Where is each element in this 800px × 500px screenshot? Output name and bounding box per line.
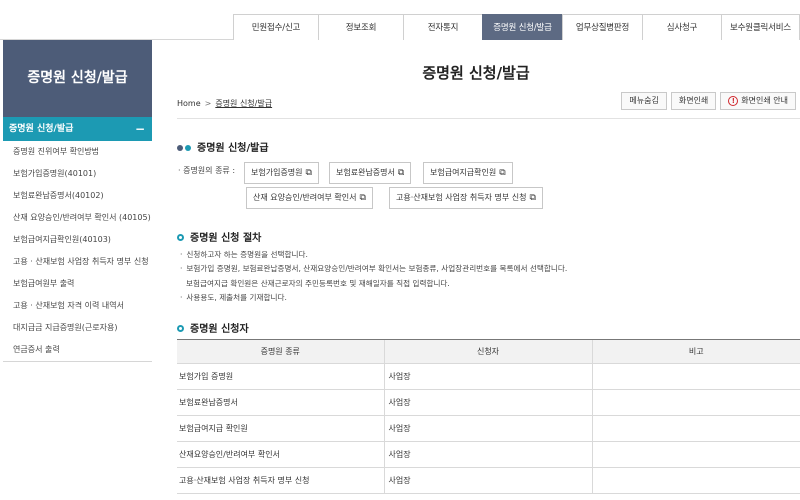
cert-button-label: 고용·산재보험 사업장 취득자 명부 신청 [396, 193, 527, 202]
procedure-step: 보험급여지급 확인원은 산재근로자의 주민등록번호 및 재해일자를 직접 입력합… [186, 278, 450, 288]
menu-hide-button[interactable]: 메뉴숨김 [621, 92, 667, 110]
cell-remarks [591, 467, 800, 494]
topnav-item-occupational-disease[interactable]: 업무상질병판정 [562, 14, 642, 40]
procedure-step: 신청하고자 하는 증명원을 선택합니다. [180, 248, 567, 262]
sidebar-item-medical-approval[interactable]: 산재 요양승인/반려여부 확인서 (40105) [3, 207, 152, 229]
procedure-step: 보험가입 증명원, 보험료완납증명서, 산재요양승인/반려여부 확인서는 보험종… [180, 262, 567, 276]
bullet-dots-icon [177, 143, 193, 154]
cell-certificate-type: 보험가입 증명원 [177, 363, 384, 390]
topnav-item-civil-petition[interactable]: 민원접수/신고 [233, 14, 318, 40]
sidebar-item-pension-certificate[interactable]: 연금증서 출력 [3, 339, 152, 361]
cell-certificate-type: 산재요양승인/반려여부 확인서 [177, 441, 384, 468]
section-heading-applicants: 증명원 신청자 [177, 320, 249, 335]
page-tools: 메뉴숨김 화면인쇄 ! 화면인쇄 안내 [621, 92, 796, 110]
topnav-item-e-notice[interactable]: 전자통지 [403, 14, 482, 40]
cell-certificate-type: 보험료완납증명서 [177, 389, 384, 416]
section-title: 증명원 신청자 [190, 324, 249, 335]
cert-button-label: 보험료완납증명서 [336, 168, 395, 177]
table-row: 산재요양승인/반려여부 확인서 사업장 [177, 441, 800, 468]
topnav-item-info-lookup[interactable]: 정보조회 [318, 14, 403, 40]
external-link-icon: ⧉ [305, 168, 312, 178]
table-header-row: 증명원 종류 신청자 비고 [177, 339, 800, 364]
sidebar-item-substitute-payment[interactable]: 대지급금 지급증명원(근로자용) [3, 317, 152, 339]
cell-certificate-type: 고용·산재보험 사업장 취득자 명부 신청 [177, 467, 384, 494]
sidebar-item-qualification-history[interactable]: 고용 · 산재보험 자격 이력 내역서 [3, 295, 152, 317]
cell-applicant: 사업장 [383, 389, 592, 416]
breadcrumb: Home > 증명원 신청/발급 [177, 98, 272, 109]
acquirer-list-button[interactable]: 고용·산재보험 사업장 취득자 명부 신청 ⧉ [389, 187, 543, 209]
table-row: 보험료완납증명서 사업장 [177, 389, 800, 416]
ring-bullet-icon [177, 233, 184, 241]
table-row: 보험급여지급 확인원 사업장 [177, 415, 800, 442]
column-header-remarks: 비고 [591, 339, 800, 364]
alert-icon: ! [728, 96, 739, 106]
sidebar-title: 증명원 신청/발급 [3, 40, 152, 117]
procedure-steps: 신청하고자 하는 증명원을 선택합니다. 보험가입 증명원, 보험료완납증명서,… [180, 248, 567, 306]
sidebar-item-certificate-active[interactable]: 증명원 신청/발급 − [3, 117, 152, 141]
section-heading-procedure: 증명원 신청 절차 [177, 229, 261, 244]
sidebar-item-benefit-payment[interactable]: 보험급여지급확인원(40103) [3, 229, 152, 251]
cell-certificate-type: 보험급여지급 확인원 [177, 415, 384, 442]
cell-applicant: 사업장 [383, 467, 592, 494]
cell-remarks [591, 441, 800, 468]
certificate-types-label: · 증명원의 종류 : [178, 166, 236, 175]
topnav-item-certificate[interactable]: 증명원 신청/발급 [482, 14, 562, 40]
cell-applicant: 사업장 [383, 441, 592, 468]
sidebar-active-label: 증명원 신청/발급 [9, 124, 74, 134]
sidebar-item-acquirer-list[interactable]: 고용 · 산재보험 사업장 취득자 명부 신청 [3, 251, 152, 273]
table-row: 고용·산재보험 사업장 취득자 명부 신청 사업장 [177, 467, 800, 494]
topnav-item-one-click-service[interactable]: 보수원클릭서비스 [721, 14, 800, 40]
sidebar-item-insurance-certificate[interactable]: 보험가입증명원(40101) [3, 163, 152, 185]
column-header-applicant: 신청자 [383, 339, 592, 364]
sidebar-menu: 증명원 진위여부 확인방법 보험가입증명원(40101) 보험료완납증명서(40… [3, 141, 152, 362]
benefit-payment-certificate-button[interactable]: 보험급여지급확인원 ⧉ [423, 162, 513, 184]
cell-remarks [591, 389, 800, 416]
ring-bullet-icon [177, 324, 184, 332]
section-title: 증명원 신청 절차 [190, 233, 262, 244]
external-link-icon: ⧉ [529, 193, 536, 203]
cert-button-label: 산재 요양승인/반려여부 확인서 [253, 193, 357, 202]
collapse-icon[interactable]: − [135, 117, 145, 141]
table-row: 보험가입 증명원 사업장 [177, 363, 800, 390]
section-title: 증명원 신청/발급 [197, 143, 269, 154]
sidebar-item-benefit-ledger[interactable]: 보험급여원부 출력 [3, 273, 152, 295]
cell-remarks [591, 415, 800, 442]
cell-applicant: 사업장 [383, 415, 592, 442]
print-guide-label: 화면인쇄 안내 [741, 96, 788, 105]
cell-applicant: 사업장 [383, 363, 592, 390]
breadcrumb-separator: > [204, 99, 212, 108]
external-link-icon: ⧉ [397, 168, 405, 178]
print-guide-button[interactable]: ! 화면인쇄 안내 [720, 92, 796, 110]
breadcrumb-current[interactable]: 증명원 신청/발급 [215, 99, 272, 108]
medical-approval-certificate-button[interactable]: 산재 요양승인/반려여부 확인서 ⧉ [246, 187, 373, 209]
top-navigation: 민원접수/신고 정보조회 전자통지 증명원 신청/발급 업무상질병판정 심사청구… [0, 0, 800, 40]
sidebar: 증명원 신청/발급 증명원 신청/발급 − 증명원 진위여부 확인방법 보험가입… [0, 40, 152, 500]
applicant-table: 증명원 종류 신청자 비고 보험가입 증명원 사업장 보험료완납증명서 사업장 … [177, 339, 800, 494]
sidebar-item-premium-paid-certificate[interactable]: 보험료완납증명서(40102) [3, 185, 152, 207]
cert-button-label: 보험급여지급확인원 [430, 168, 497, 177]
top-menu: 민원접수/신고 정보조회 전자통지 증명원 신청/발급 업무상질병판정 심사청구… [233, 14, 800, 40]
external-link-icon: ⧉ [499, 168, 506, 178]
sidebar-item-authenticity-check[interactable]: 증명원 진위여부 확인방법 [3, 141, 152, 163]
print-button[interactable]: 화면인쇄 [670, 92, 717, 110]
external-link-icon: ⧉ [359, 193, 366, 203]
breadcrumb-home[interactable]: Home [177, 99, 201, 108]
header-divider [177, 118, 800, 119]
section-heading-certificate: 증명원 신청/발급 [177, 139, 269, 154]
column-header-certificate-type: 증명원 종류 [177, 339, 384, 364]
cell-remarks [591, 363, 800, 390]
procedure-step: 사용용도, 제출처를 기재합니다. [180, 291, 567, 305]
insurance-certificate-button[interactable]: 보험가입증명원 ⧉ [244, 162, 319, 184]
topnav-item-review-request[interactable]: 심사청구 [642, 14, 721, 40]
premium-paid-certificate-button[interactable]: 보험료완납증명서 ⧉ [329, 162, 412, 184]
cert-button-label: 보험가입증명원 [251, 168, 303, 177]
page-title: 증명원 신청/발급 [422, 64, 530, 82]
